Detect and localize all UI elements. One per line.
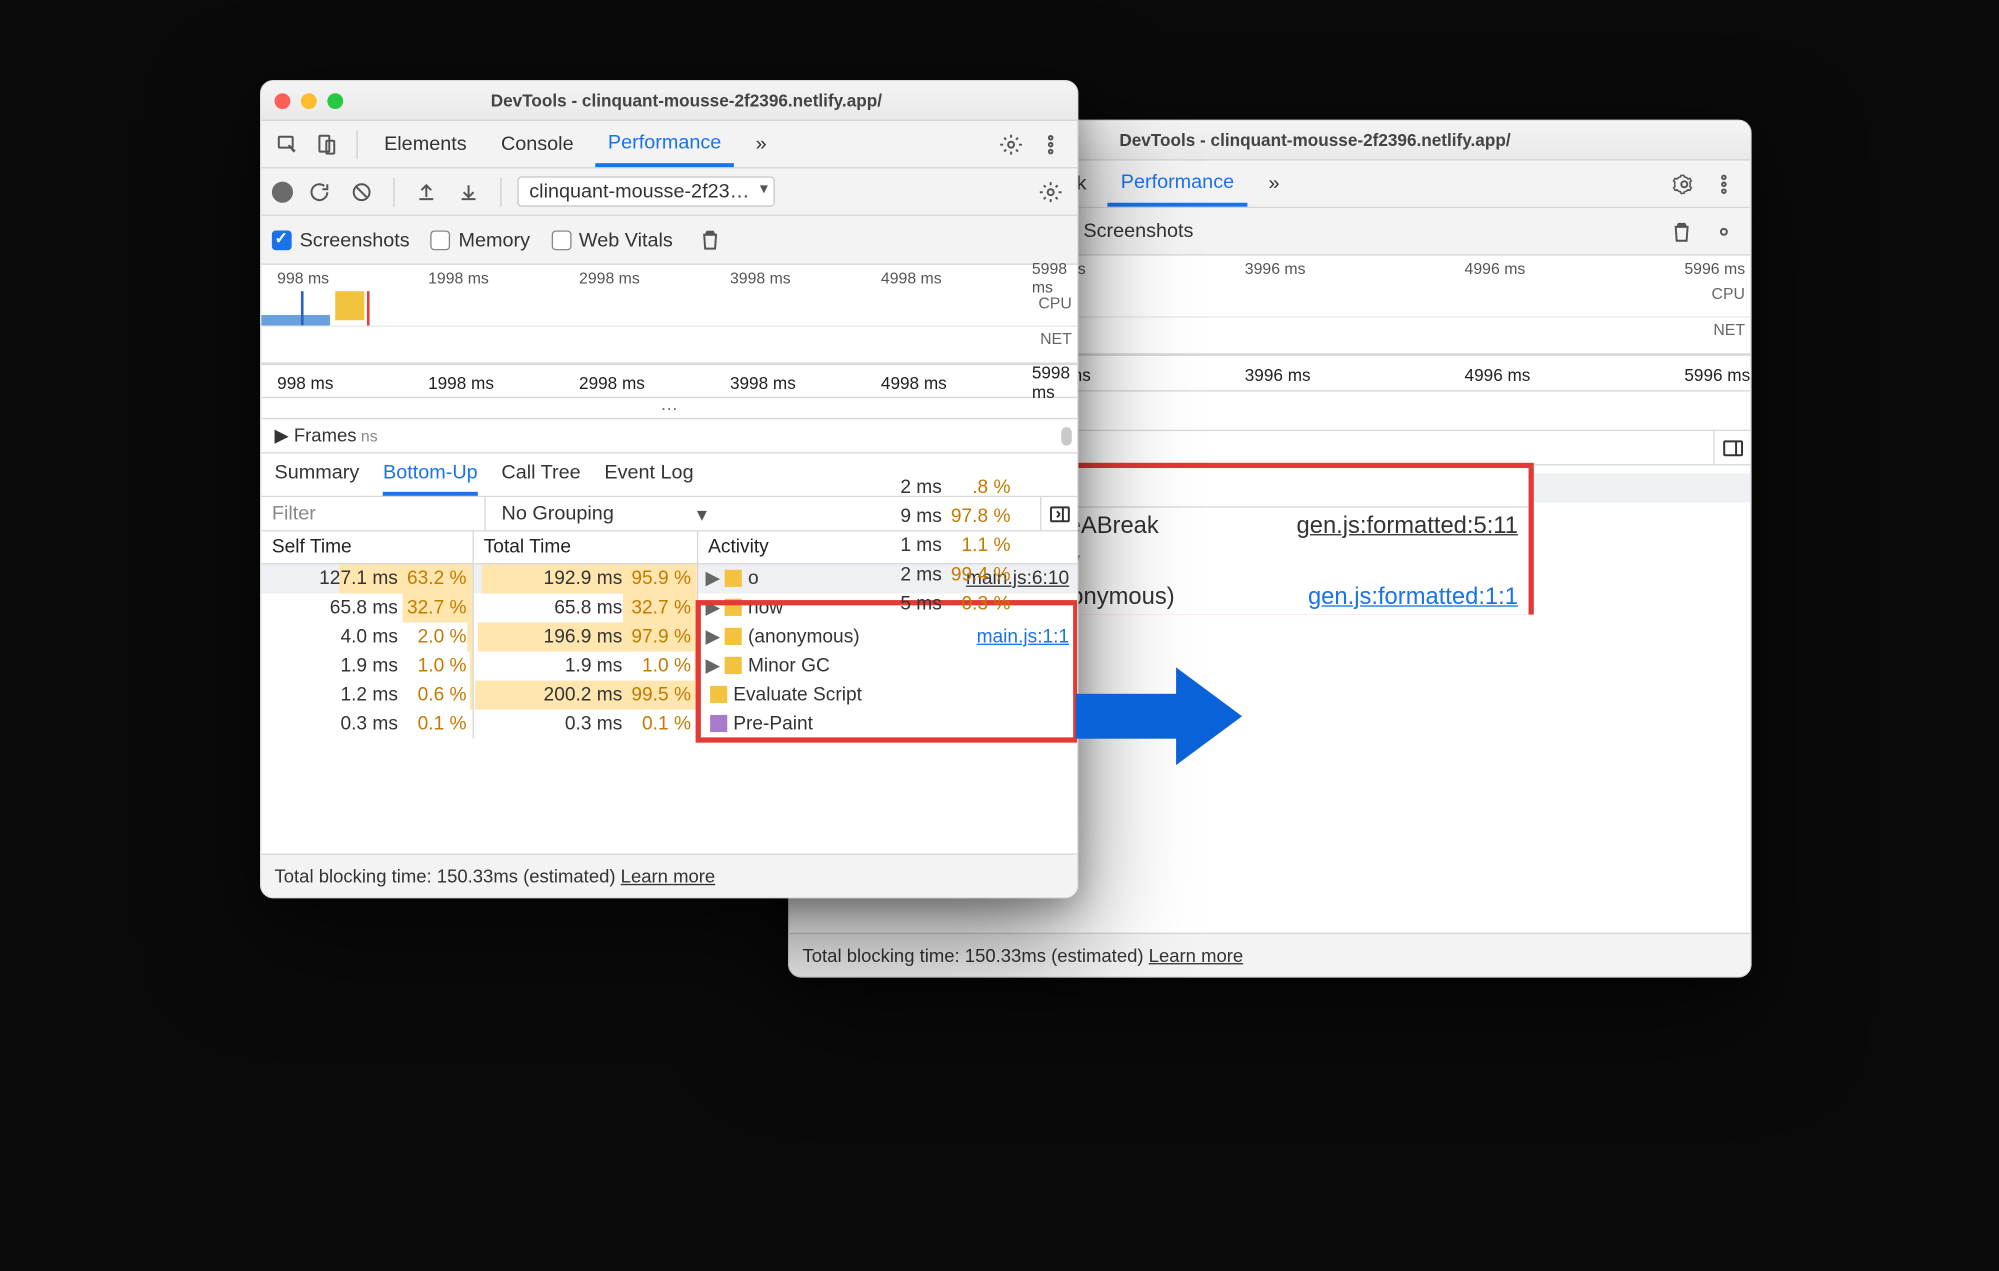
web-vitals-label: Web Vitals [579,229,673,251]
cpu-label: CPU [1712,285,1745,303]
category-icon [709,715,726,732]
gear-icon[interactable] [1708,215,1740,247]
traffic-lights[interactable] [275,93,344,109]
status-bar-front: Total blocking time: 150.33ms (estimated… [261,854,1077,898]
device-icon[interactable] [311,128,343,160]
status-bar-back: Total blocking time: 150.33ms (estimated… [789,933,1750,977]
window-title: DevTools - clinquant-mousse-2f2396.netli… [362,91,1064,111]
trash-icon[interactable] [694,224,726,256]
minimize-dot-icon[interactable] [301,93,317,109]
table-row[interactable]: 1.2 ms 0.6 %200.2 ms 99.5 %Evaluate Scri… [261,681,1077,710]
panel-toggle-icon[interactable] [1040,497,1077,530]
screenshots-checkbox[interactable] [272,230,292,250]
clear-icon[interactable] [346,176,378,208]
subtab-call-tree[interactable]: Call Tree [501,461,580,495]
perf-options: Screenshots Memory Web Vitals [261,216,1077,265]
col-total-time[interactable]: Total Time [473,531,697,563]
tab-more[interactable]: » [1255,161,1292,207]
subtab-summary[interactable]: Summary [275,461,360,495]
profile-table-front[interactable]: Self Time Total Time Activity 127.1 ms 6… [261,531,1077,738]
web-vitals-checkbox[interactable] [551,230,571,250]
source-location[interactable]: gen.js:formatted:1:1 [1308,583,1518,611]
tab-console[interactable]: Console [488,121,587,167]
memory-label: Memory [459,229,531,251]
timeline-overview-front[interactable]: 998 ms1998 ms2998 ms3998 ms4998 ms5998 m… [261,265,1077,364]
subtab-event-log[interactable]: Event Log [604,461,693,495]
learn-more-link[interactable]: Learn more [1149,945,1244,966]
memory-checkbox[interactable] [431,230,451,250]
tab-performance[interactable]: Performance [1108,161,1248,207]
table-row[interactable]: 0.3 ms 0.1 %0.3 ms 0.1 %Pre-Paint [261,710,1077,739]
category-icon [724,570,741,587]
cpu-label: CPU [1038,294,1071,312]
category-icon [724,628,741,645]
tab-performance[interactable]: Performance [595,121,735,167]
gear-icon[interactable] [995,128,1027,160]
col-activity[interactable]: Activity [697,531,1077,563]
category-icon [724,657,741,674]
trash-icon[interactable] [1666,215,1698,247]
gear-icon[interactable] [1035,176,1067,208]
close-dot-icon[interactable] [275,93,291,109]
table-row[interactable]: 1.9 ms 1.0 %1.9 ms 1.0 %▶Minor GC [261,652,1077,681]
table-row[interactable]: 4.0 ms 2.0 %196.9 ms 97.9 %▶(anonymous)m… [261,623,1077,652]
gear-icon[interactable] [1668,168,1700,200]
perf-toolbar-front: clinquant-mousse-2f23… [261,168,1077,216]
category-icon [724,599,741,616]
separator-dots: ··· [261,398,1077,419]
col-self-time[interactable]: Self Time [261,531,472,563]
window-titlebar[interactable]: DevTools - clinquant-mousse-2f2396.netli… [261,81,1077,121]
download-icon[interactable] [453,176,485,208]
tab-elements[interactable]: Elements [371,121,480,167]
source-location[interactable]: main.js:1:1 [977,626,1070,647]
screenshots-label: Screenshots [300,229,410,251]
kebab-icon[interactable] [1708,168,1740,200]
screenshots-label: Screenshots [1083,220,1193,242]
url-dropdown[interactable]: clinquant-mousse-2f23… [517,176,774,206]
comparison-arrow-icon [1076,667,1261,759]
category-icon [709,686,726,703]
zoom-dot-icon[interactable] [327,93,343,109]
net-label: NET [1040,329,1072,347]
reload-icon[interactable] [304,176,336,208]
filter-input[interactable]: Filter [261,497,485,530]
tab-more[interactable]: » [742,121,779,167]
learn-more-link[interactable]: Learn more [621,865,716,886]
record-button[interactable] [272,181,293,202]
inspect-icon[interactable] [272,128,304,160]
subtab-bottom-up[interactable]: Bottom-Up [383,461,478,495]
main-tabs: Elements Console Performance » [261,121,1077,169]
upload-icon[interactable] [410,176,442,208]
panel-toggle-icon[interactable] [1713,431,1750,464]
net-label: NET [1713,320,1745,338]
scrollbar-thumb[interactable] [1061,427,1072,445]
kebab-icon[interactable] [1035,128,1067,160]
source-location[interactable]: gen.js:formatted:5:11 [1297,512,1518,540]
frames-row[interactable]: ▶ Frames ns [261,419,1077,453]
